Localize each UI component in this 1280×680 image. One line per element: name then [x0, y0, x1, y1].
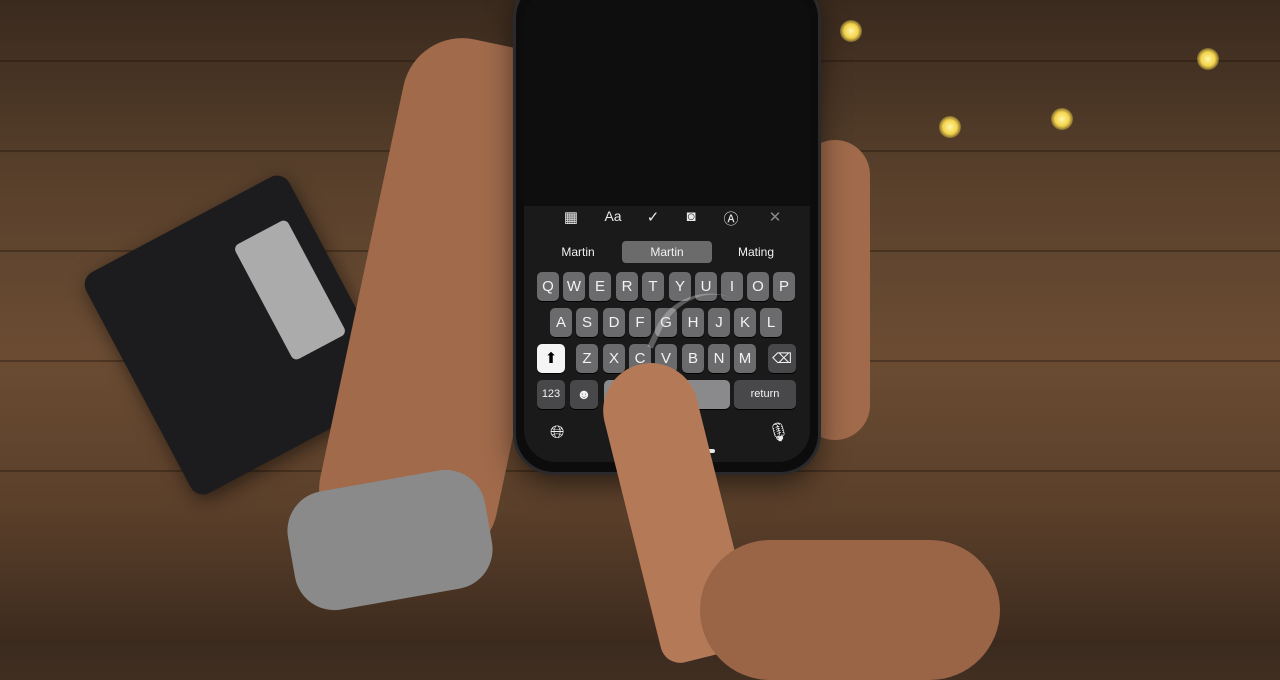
key-e[interactable]: E — [589, 272, 611, 301]
watch-band — [281, 463, 499, 617]
delete-key[interactable]: ⌫ — [768, 344, 796, 373]
key-m[interactable]: M — [734, 344, 756, 373]
key-a[interactable]: A — [550, 308, 572, 337]
checklist-icon[interactable]: ✓ — [641, 208, 665, 226]
key-k[interactable]: K — [734, 308, 756, 337]
key-q[interactable]: Q — [537, 272, 559, 301]
close-icon[interactable]: ✕ — [763, 208, 787, 226]
key-p[interactable]: P — [773, 272, 795, 301]
key-l[interactable]: L — [760, 308, 782, 337]
key-o[interactable]: O — [747, 272, 769, 301]
key-r[interactable]: R — [616, 272, 638, 301]
string-light — [1051, 108, 1073, 130]
right-hand — [700, 540, 1000, 680]
numbers-key[interactable]: 123 — [537, 380, 565, 409]
string-light — [840, 20, 862, 42]
suggestion-right[interactable]: Mating — [716, 241, 796, 263]
key-x[interactable]: X — [603, 344, 625, 373]
backspace-icon: ⌫ — [772, 350, 792, 366]
microphone-icon[interactable]: 🎙︎ — [767, 422, 790, 443]
key-s[interactable]: S — [576, 308, 598, 337]
suggestion-left[interactable]: Martin — [538, 241, 618, 263]
suggestion-center[interactable]: Martin — [622, 241, 712, 263]
return-key[interactable]: return — [734, 380, 796, 409]
key-f[interactable]: F — [629, 308, 651, 337]
key-z[interactable]: Z — [576, 344, 598, 373]
shift-arrow-icon: ⬆ — [544, 350, 558, 367]
camera-icon[interactable]: ◙ — [679, 208, 703, 225]
string-light — [1197, 48, 1219, 70]
key-t[interactable]: T — [642, 272, 664, 301]
string-light — [939, 116, 961, 138]
key-d[interactable]: D — [603, 308, 625, 337]
globe-icon[interactable]: 🌐︎ — [550, 422, 564, 443]
markup-icon[interactable]: Ⓐ — [719, 208, 743, 229]
shift-key[interactable]: ⬆ — [537, 344, 565, 373]
emoji-key[interactable]: ☻ — [570, 380, 598, 409]
format-text-icon[interactable]: Aa — [601, 208, 625, 224]
key-w[interactable]: W — [563, 272, 585, 301]
table-icon[interactable]: ▦ — [559, 208, 583, 226]
emoji-icon: ☻ — [576, 386, 592, 402]
notes-toolbar: ▦ Aa ✓ ◙ Ⓐ ✕ — [524, 208, 810, 234]
